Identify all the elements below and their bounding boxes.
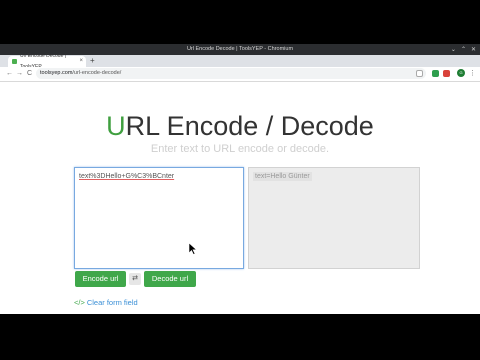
forward-icon[interactable]: →: [16, 68, 23, 80]
output-value: text=Hello Günter: [253, 172, 312, 181]
bookmark-star-icon[interactable]: [416, 70, 423, 77]
menu-icon[interactable]: ⋮: [469, 68, 476, 80]
tab-close-icon[interactable]: ×: [79, 56, 83, 67]
browser-tab[interactable]: Url Encode Decode | ToolsYEP ×: [8, 53, 86, 70]
title-accent-letter: U: [106, 111, 126, 141]
page-title: URL Encode / Decode: [0, 106, 480, 146]
avatar[interactable]: G: [457, 69, 465, 77]
favicon-icon: [12, 59, 17, 64]
extension-icon[interactable]: [432, 70, 439, 77]
input-textarea[interactable]: text%3DHello+G%C3%BCnter: [74, 167, 244, 269]
back-icon[interactable]: ←: [6, 68, 13, 80]
mouse-cursor-icon: [189, 243, 197, 255]
clear-form-label: Clear form field: [86, 298, 138, 307]
decode-url-button[interactable]: Decode url: [144, 271, 196, 287]
url-path: /url-encode-decode/: [72, 70, 122, 76]
page-subtitle: Enter text to URL encode or decode.: [150, 143, 330, 155]
address-bar[interactable]: toolsyep.com/url-encode-decode/: [36, 68, 426, 79]
maximize-icon[interactable]: ⌃: [461, 46, 466, 53]
new-tab-button[interactable]: +: [90, 56, 95, 66]
extension-icon[interactable]: [443, 70, 450, 77]
swap-icon[interactable]: ⇄: [129, 273, 141, 285]
clear-form-link[interactable]: </> Clear form field: [74, 298, 138, 308]
input-value: text%3DHello+G%C3%BCnter: [79, 173, 175, 180]
title-rest: RL Encode / Decode: [125, 111, 374, 141]
close-window-icon[interactable]: ✕: [471, 46, 476, 53]
url-host: toolsyep.com: [40, 70, 73, 76]
output-textarea[interactable]: text=Hello Günter: [248, 167, 420, 269]
encode-url-button[interactable]: Encode url: [75, 271, 126, 287]
window-controls: ⌄ ⌃ ✕: [451, 44, 476, 55]
reload-icon[interactable]: C: [27, 68, 32, 80]
code-icon: </>: [74, 298, 85, 307]
minimize-icon[interactable]: ⌄: [451, 46, 456, 53]
